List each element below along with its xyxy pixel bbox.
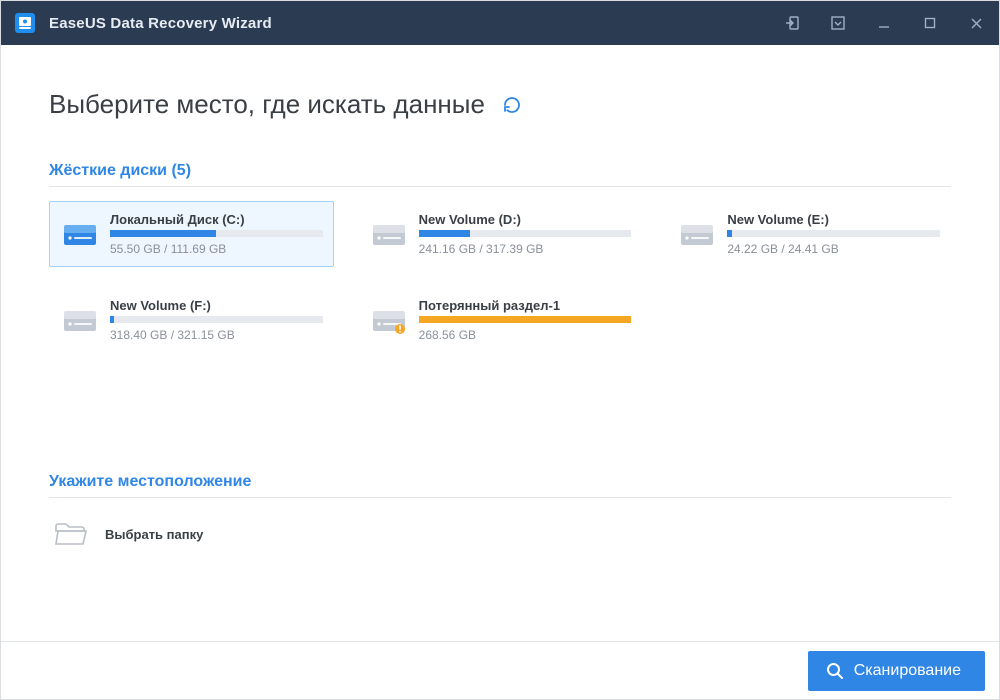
disk-capacity: 55.50 GB / 111.69 GB — [110, 242, 323, 256]
disk-card[interactable]: New Volume (F:) 318.40 GB / 321.15 GB — [49, 287, 334, 353]
login-icon[interactable] — [769, 1, 815, 45]
disk-grid: Локальный Диск (C:)55.50 GB / 111.69 GB … — [49, 201, 951, 353]
disk-name: New Volume (E:) — [727, 212, 940, 227]
search-icon — [826, 662, 844, 680]
disk-capacity: 24.22 GB / 24.41 GB — [727, 242, 940, 256]
choose-folder-label: Выбрать папку — [105, 527, 203, 542]
scan-button[interactable]: Сканирование — [808, 651, 985, 691]
titlebar: EaseUS Data Recovery Wizard — [1, 1, 999, 45]
disk-name: Локальный Диск (C:) — [110, 212, 323, 227]
scan-button-label: Сканирование — [854, 662, 961, 680]
disk-name: New Volume (F:) — [110, 298, 323, 313]
page-heading: Выберите место, где искать данные — [49, 89, 485, 120]
disk-capacity: 241.16 GB / 317.39 GB — [419, 242, 632, 256]
disk-capacity: 318.40 GB / 321.15 GB — [110, 328, 323, 342]
close-button[interactable] — [953, 1, 999, 45]
usage-bar — [110, 316, 323, 323]
maximize-button[interactable] — [907, 1, 953, 45]
hard-drive-icon — [60, 212, 100, 252]
disk-card[interactable]: Потерянный раздел-1 268.56 GB — [358, 287, 643, 353]
app-logo-icon — [13, 11, 37, 35]
location-section-label: Укажите местоположение — [49, 473, 951, 491]
usage-bar — [419, 230, 632, 237]
disks-section-label: Жёсткие диски (5) — [49, 162, 951, 180]
usage-bar — [727, 230, 940, 237]
divider — [49, 186, 951, 187]
hard-drive-icon — [60, 298, 100, 338]
app-title: EaseUS Data Recovery Wizard — [49, 15, 272, 32]
choose-folder-row[interactable]: Выбрать папку — [49, 514, 951, 554]
usage-bar — [110, 230, 323, 237]
usage-bar — [419, 316, 632, 323]
footer: Сканирование — [1, 641, 999, 699]
hard-drive-icon — [677, 212, 717, 252]
minimize-button[interactable] — [861, 1, 907, 45]
disk-name: Потерянный раздел-1 — [419, 298, 632, 313]
disk-capacity: 268.56 GB — [419, 328, 632, 342]
disk-card[interactable]: New Volume (D:) 241.16 GB / 317.39 GB — [358, 201, 643, 267]
hard-drive-icon — [369, 212, 409, 252]
main-content: Выберите место, где искать данные Жёстки… — [1, 45, 999, 641]
disk-card[interactable]: New Volume (E:) 24.22 GB / 24.41 GB — [666, 201, 951, 267]
disk-card[interactable]: Локальный Диск (C:) 55.50 GB / 111.69 GB — [49, 201, 334, 267]
disk-name: New Volume (D:) — [419, 212, 632, 227]
lost-partition-icon — [369, 298, 409, 338]
folder-open-icon — [53, 520, 89, 548]
dropdown-menu-icon[interactable] — [815, 1, 861, 45]
divider — [49, 497, 951, 498]
refresh-icon[interactable] — [499, 92, 525, 118]
